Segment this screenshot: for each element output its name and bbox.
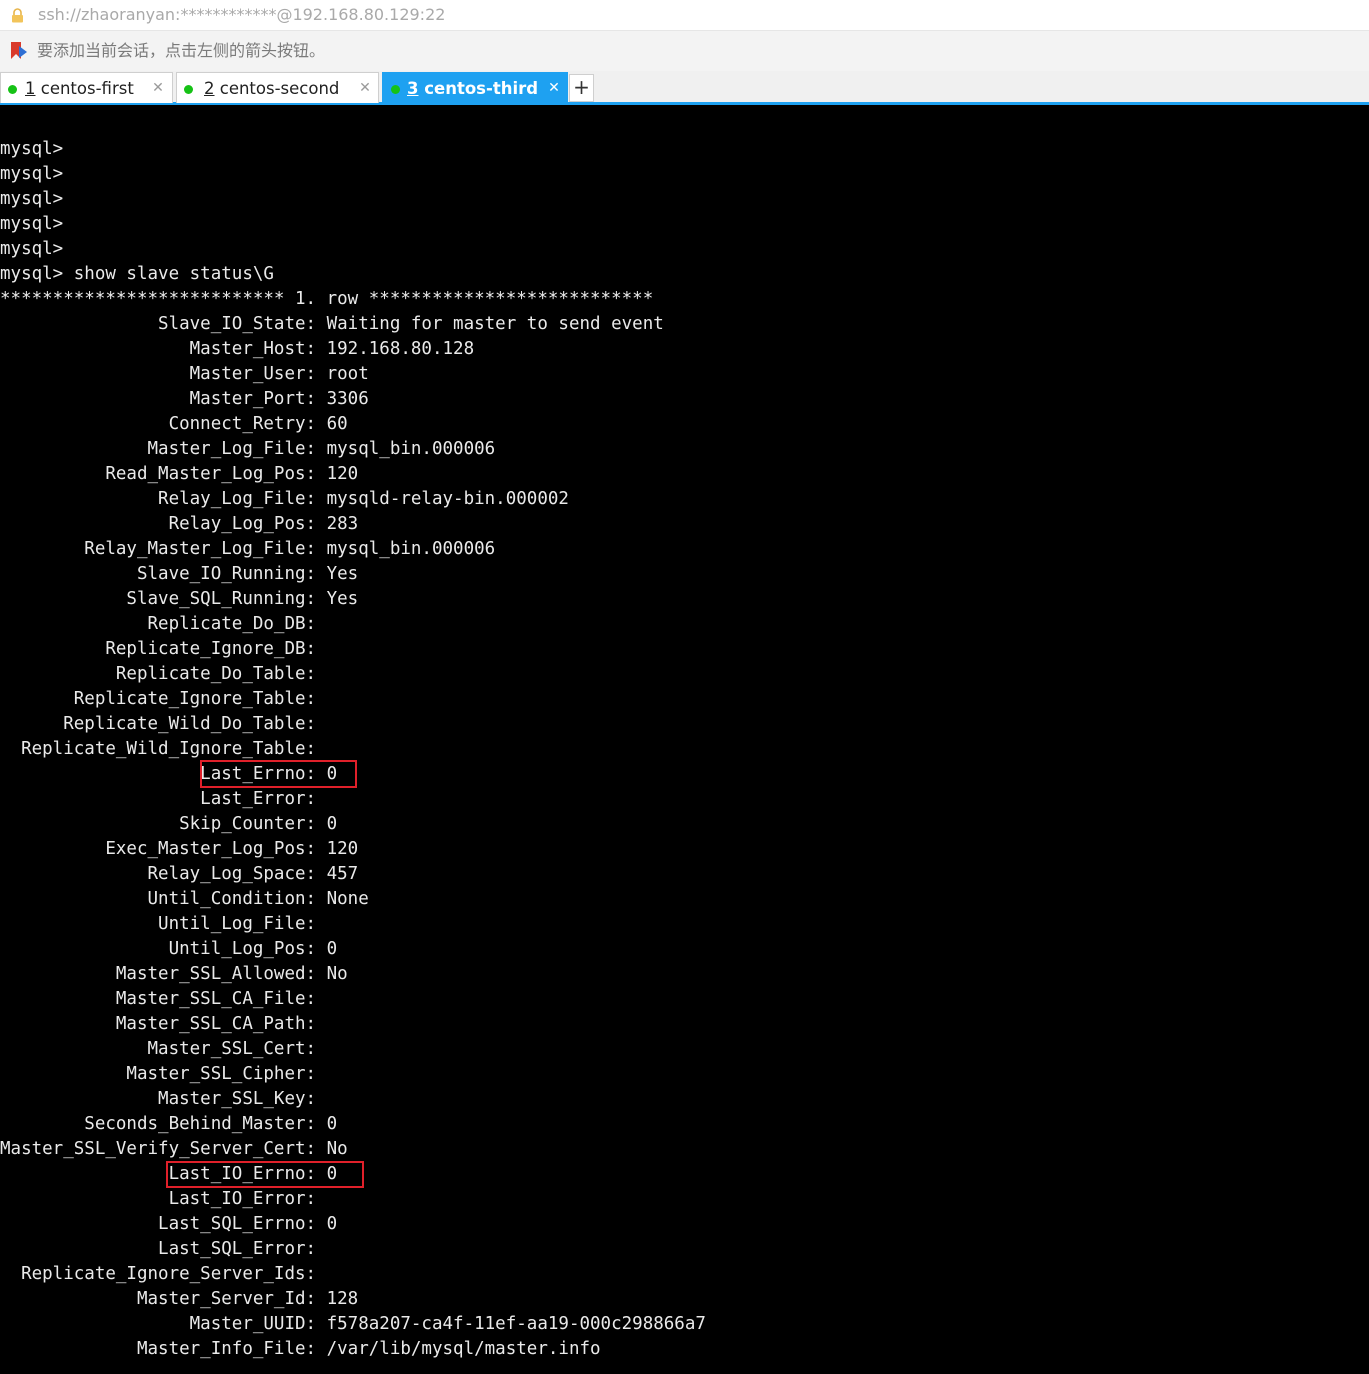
terminal-line: Replicate_Ignore_DB: (0, 639, 317, 659)
terminal-line: mysql> (0, 164, 64, 184)
terminal-line: Until_Log_Pos: 0 (0, 939, 338, 959)
terminal-line: Master_SSL_CA_Path: (0, 1014, 317, 1034)
highlight-last-io-errno (166, 1161, 364, 1188)
terminal-line: Replicate_Ignore_Table: (0, 689, 317, 709)
terminal-line: Master_SSL_Cert: (0, 1039, 317, 1059)
terminal-line: Until_Log_File: (0, 914, 317, 934)
terminal-line: Replicate_Do_DB: (0, 614, 317, 634)
terminal-line: Master_Info_File: /var/lib/mysql/master.… (0, 1339, 601, 1359)
terminal-line: Master_SSL_CA_File: (0, 989, 317, 1009)
terminal-line: Master_SSL_Cipher: (0, 1064, 317, 1084)
new-tab-button[interactable]: + (569, 74, 594, 102)
terminal-line: Master_Log_File: mysql_bin.000006 (0, 439, 496, 459)
address-bar: ssh://zhaoranyan:************@192.168.80… (0, 0, 1369, 31)
terminal-line: Slave_SQL_Running: Yes (0, 589, 359, 609)
terminal-line: Relay_Log_Pos: 283 (0, 514, 359, 534)
terminal-line: Master_Host: 192.168.80.128 (0, 339, 475, 359)
terminal-line: mysql> (0, 139, 64, 159)
terminal-line: Replicate_Wild_Ignore_Table: (0, 739, 317, 759)
session-hint-bar: 要添加当前会话，点击左侧的箭头按钮。 (0, 31, 1369, 71)
close-icon[interactable]: ✕ (547, 78, 561, 98)
terminal-line: Master_SSL_Allowed: No (0, 964, 348, 984)
terminal-line: Slave_IO_State: Waiting for master to se… (0, 314, 664, 334)
terminal-line: mysql> show slave status\G (0, 264, 274, 284)
terminal-line: Master_Port: 3306 (0, 389, 369, 409)
terminal-line: Seconds_Behind_Master: 0 (0, 1114, 338, 1134)
terminal-line: Master_User: root (0, 364, 369, 384)
terminal-line: Master_Server_Id: 128 (0, 1289, 359, 1309)
terminal-line: Last_Error: (0, 789, 317, 809)
highlight-last-errno (200, 760, 357, 788)
terminal-line: mysql> (0, 214, 64, 234)
terminal-line: Read_Master_Log_Pos: 120 (0, 464, 359, 484)
terminal-line: Replicate_Do_Table: (0, 664, 317, 684)
lock-icon (12, 8, 23, 23)
terminal-line: Relay_Master_Log_File: mysql_bin.000006 (0, 539, 496, 559)
connected-status-dot-icon (391, 85, 400, 94)
terminal-line: Master_SSL_Verify_Server_Cert: No (0, 1139, 348, 1159)
terminal-line: Replicate_Wild_Do_Table: (0, 714, 317, 734)
terminal-line: *************************** 1. row *****… (0, 289, 654, 309)
terminal-view[interactable]: mysql> mysql> mysql> mysql> mysql> mysql> sho… (0, 105, 1369, 1374)
close-icon[interactable]: ✕ (151, 78, 165, 98)
terminal-line: Exec_Master_Log_Pos: 120 (0, 839, 359, 859)
tab-centos-second[interactable]: 2 centos-second ✕ (176, 72, 379, 103)
terminal-line: Master_SSL_Key: (0, 1089, 317, 1109)
tab-label: 3 centos-third (407, 79, 539, 98)
terminal-line: Until_Condition: None (0, 889, 369, 909)
add-session-arrow-icon[interactable] (9, 41, 29, 61)
connected-status-dot-icon (8, 85, 17, 94)
tab-centos-first[interactable]: 1 centos-first ✕ (0, 72, 173, 103)
terminal-line: Connect_Retry: 60 (0, 414, 348, 434)
tab-label: 2 centos-second (204, 79, 340, 98)
tab-centos-third[interactable]: 3 centos-third ✕ (382, 72, 568, 104)
terminal-line: Skip_Counter: 0 (0, 814, 338, 834)
terminal-line: Relay_Log_File: mysqld-relay-bin.000002 (0, 489, 569, 509)
terminal-line: Replicate_Ignore_Server_Ids: (0, 1264, 317, 1284)
terminal-line: Relay_Log_Space: 457 (0, 864, 359, 884)
terminal-line: mysql> (0, 189, 64, 209)
hint-text: 要添加当前会话，点击左侧的箭头按钮。 (37, 41, 326, 60)
terminal-line: Last_IO_Error: (0, 1189, 317, 1209)
terminal-line: Last_SQL_Error: (0, 1239, 317, 1259)
session-url[interactable]: ssh://zhaoranyan:************@192.168.80… (38, 4, 445, 26)
tab-label: 1 centos-first (25, 79, 134, 98)
terminal-line: Last_SQL_Errno: 0 (0, 1214, 338, 1234)
connected-status-dot-icon (184, 85, 193, 94)
terminal-line: Slave_IO_Running: Yes (0, 564, 359, 584)
close-icon[interactable]: ✕ (358, 78, 372, 98)
terminal-line: Master_UUID: f578a207-ca4f-11ef-aa19-000… (0, 1314, 706, 1334)
terminal-line: mysql> (0, 239, 64, 259)
